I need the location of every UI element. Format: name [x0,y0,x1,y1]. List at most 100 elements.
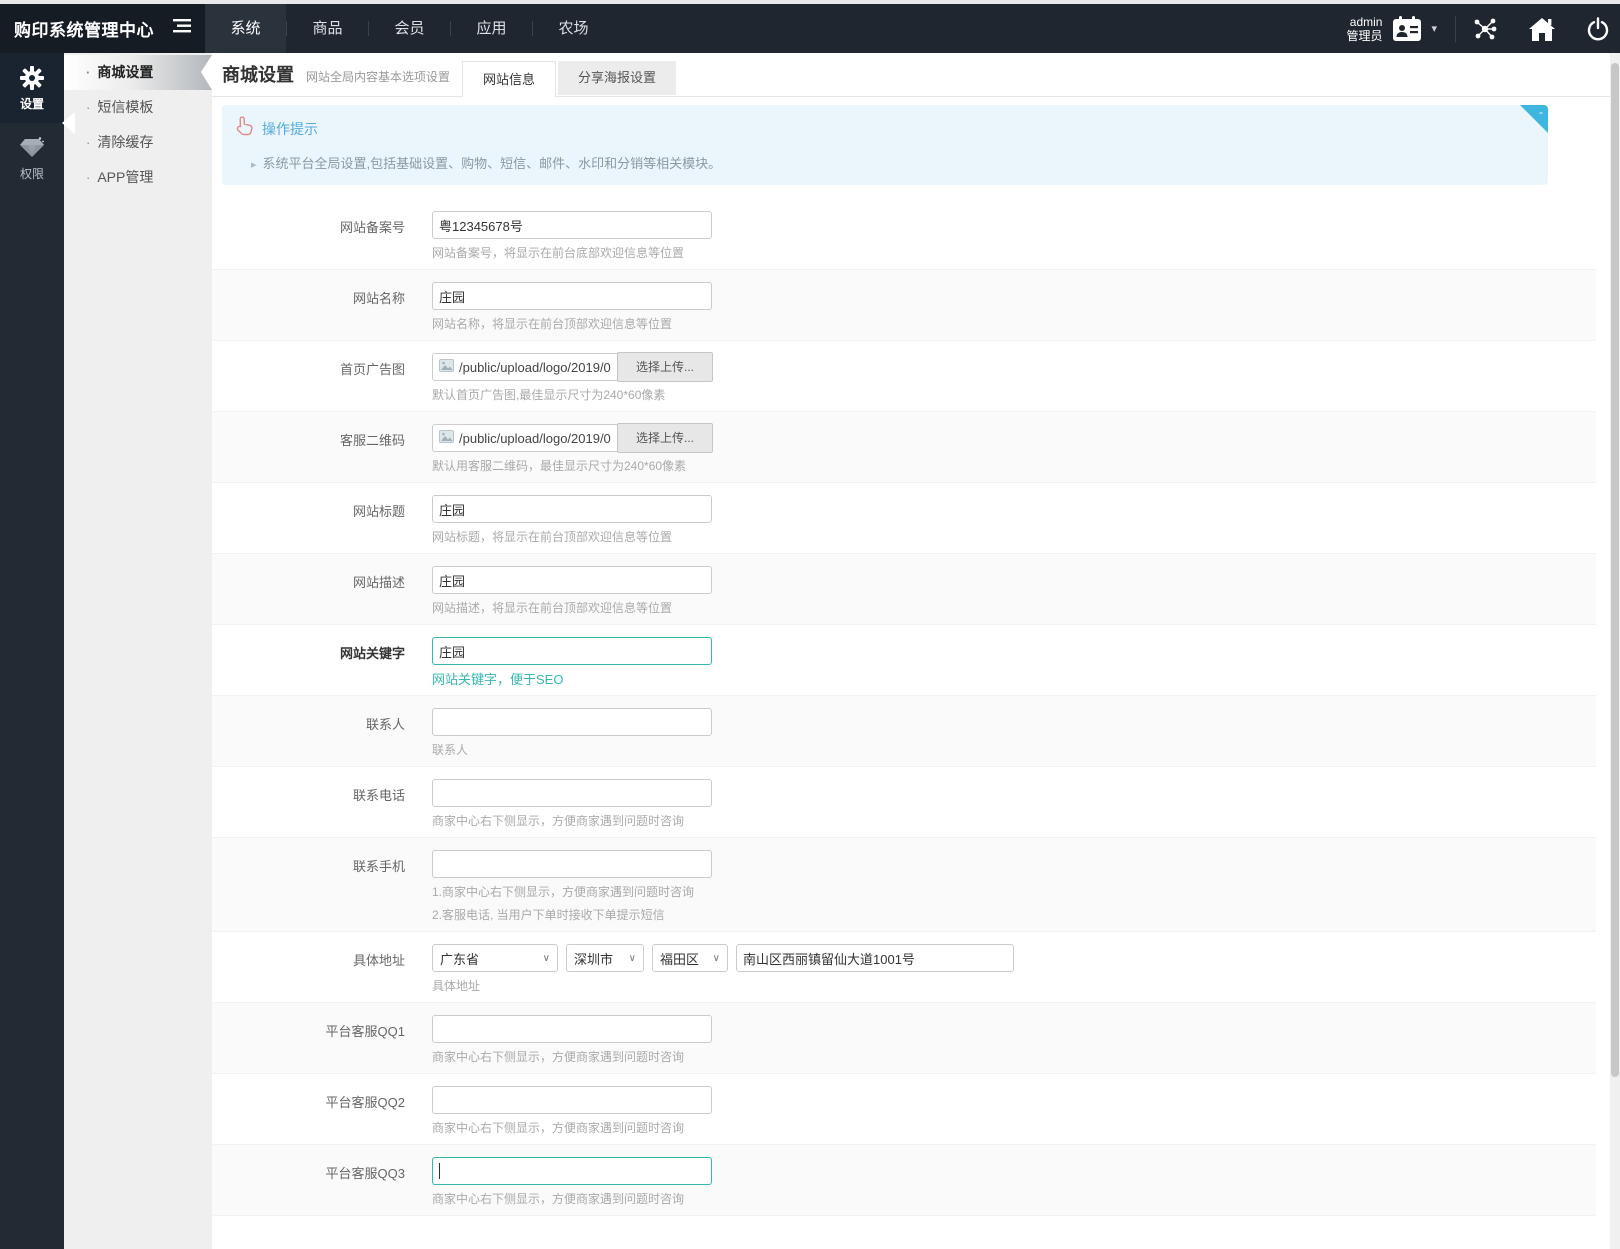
contact-phone-input[interactable] [432,779,712,807]
share-nodes-icon[interactable] [1472,16,1498,42]
nav-item-3[interactable]: 会员 [369,4,450,53]
tip-collapse-minus[interactable]: - [1539,105,1543,119]
submenu-item-label: 商城设置 [97,64,154,80]
sub-sidebar: · 商城设置 · 短信模板 · 清除缓存 · APP管理 [64,53,212,1249]
city-select-value: 深圳市 [574,951,614,967]
service-qrcode-upload-button[interactable]: 选择上传... [617,423,713,453]
submenu-item-3[interactable]: · 清除缓存 [64,125,212,160]
home-banner-label: 首页广告图 [339,362,405,377]
qq3-field-area: 商家中心右下侧显示，方便商家遇到问题时咨询 [432,1157,712,1208]
main-content: 商城设置 网站全局内容基本选项设置 网站信息 分享海报设置 操作提示 ▸ 系统平台… [212,53,1620,1249]
tab-bar: 网站信息 分享海报设置 [462,61,677,97]
home-banner-help-text: 默认首页广告图,最佳显示尺寸为240*60像素 [432,388,666,402]
qq3-input[interactable] [432,1157,712,1185]
form-row-site-title: 网站标题网站标题，将显示在前台顶部欢迎信息等位置 [212,483,1596,554]
address-input[interactable] [736,944,1014,972]
form-row-qq2: 平台客服QQ2 商家中心右下侧显示，方便商家遇到问题时咨询 [212,1074,1596,1145]
qq3-controls [432,1157,712,1185]
submenu-item-4[interactable]: · APP管理 [64,160,212,195]
home-banner-file-path-text: /public/upload/logo/2019/0 [459,359,611,375]
id-badge-icon[interactable] [1391,15,1423,43]
service-qrcode-label: 客服二维码 [339,433,405,448]
icp-number-controls [432,211,712,239]
home-banner-upload-button[interactable]: 选择上传... [617,352,713,382]
form-row-contact-mobile: 联系手机 1.商家中心右下侧显示，方便商家遇到问题时咨询 2.客服电话, 当用户下单… [212,838,1596,932]
site-title-input[interactable] [432,495,712,523]
icp-number-label: 网站备案号 [339,220,405,235]
sidebar-item-label: 权限 [19,167,44,181]
site-title-input-wrap [432,495,712,523]
gear-icon [0,64,64,92]
address-help-text: 具体地址 [432,979,481,993]
sidebar-item-settings[interactable]: 设置 [0,53,64,123]
contact-person-help-text: 联系人 [432,743,469,757]
content-header: 商城设置 网站全局内容基本选项设置 网站信息 分享海报设置 [212,53,1620,97]
brand-area: 购印系统管理中心 [0,4,205,53]
nav-item-4[interactable]: 应用 [451,4,532,53]
site-title-field-area: 网站标题，将显示在前台顶部欢迎信息等位置 [432,495,712,546]
submenu-bullet-icon: · [86,65,91,80]
page-title: 商城设置 [222,65,294,85]
submenu-bullet-icon: · [86,100,91,115]
nav-item-2[interactable]: 商品 [287,4,368,53]
hand-pointer-icon [235,116,254,142]
contact-mobile-input[interactable] [432,850,712,878]
icp-number-help-text: 网站备案号，将显示在前台底部欢迎信息等位置 [432,246,685,260]
qq2-input[interactable] [432,1086,712,1114]
form-row-site-description: 网站描述网站描述，将显示在前台顶部欢迎信息等位置 [212,554,1596,625]
service-qrcode-field-area: /public/upload/logo/2019/0 选择上传... 默认用客服二维… [432,423,713,475]
home-banner-file-path: /public/upload/logo/2019/0 [433,359,619,375]
site-name-input[interactable] [432,282,712,310]
contact-mobile-help-text: 1.商家中心右下侧显示，方便商家遇到问题时咨询 [432,885,695,899]
contact-phone-input-wrap [432,779,712,807]
tab-share-poster[interactable]: 分享海报设置 [558,61,677,95]
submenu-item-label: 短信模板 [97,99,154,115]
site-keywords-help-text: 网站关键字，便于SEO [432,672,564,687]
icp-number-input[interactable] [432,211,712,239]
qq2-label: 平台客服QQ2 [325,1095,405,1110]
vertical-scrollbar[interactable] [1610,53,1620,1249]
nav-item-5[interactable]: 农场 [533,4,614,53]
tip-text-row: ▸ 系统平台全局设置,包括基础设置、购物、短信、邮件、水印和分销等相关模块。 [222,153,1548,172]
tip-text: 系统平台全局设置,包括基础设置、购物、短信、邮件、水印和分销等相关模块。 [262,156,722,171]
submenu-bullet-icon: · [86,170,91,185]
submenu-bullet-icon: · [86,135,91,150]
site-keywords-input-wrap [432,637,712,665]
home-banner-controls: /public/upload/logo/2019/0 选择上传... [432,352,713,382]
sidebar-item-permissions[interactable]: 权限 [0,123,64,193]
nav-item-1[interactable]: 系统 [205,4,286,53]
site-keywords-input[interactable] [432,637,712,665]
contact-person-input[interactable] [432,708,712,736]
qq1-controls [432,1015,712,1043]
city-select[interactable]: 深圳市 ∨ [566,944,644,972]
site-description-label: 网站描述 [352,575,405,590]
contact-mobile-label: 联系手机 [352,859,405,874]
sidebar-toggle-button[interactable] [173,19,191,38]
district-select[interactable]: 福田区 ∨ [652,944,728,972]
service-qrcode-help-text: 默认用客服二维码，最佳显示尺寸为240*60像素 [432,459,687,473]
province-select[interactable]: 广东省 ∨ [432,944,558,972]
qq2-help-text: 商家中心右下侧显示，方便商家遇到问题时咨询 [432,1121,685,1135]
submenu-item-2[interactable]: · 短信模板 [64,90,212,125]
navbar-divider [1455,15,1456,42]
site-description-input[interactable] [432,566,712,594]
site-keywords-label: 网站关键字 [339,646,405,661]
contact-mobile-help-text: 2.客服电话, 当用户下单时接收下单提示短信 [432,908,665,922]
form-row-contact-phone: 联系电话 商家中心右下侧显示，方便商家遇到问题时咨询 [212,767,1596,838]
district-select-value: 福田区 [660,951,700,967]
image-icon [439,430,459,446]
home-icon[interactable] [1528,16,1556,42]
contact-mobile-field-area: 1.商家中心右下侧显示，方便商家遇到问题时咨询 2.客服电话, 当用户下单时接收下… [432,850,712,924]
page-subtitle: 网站全局内容基本选项设置 [306,70,451,84]
contact-person-controls [432,708,712,736]
scrollbar-thumb[interactable] [1611,63,1619,1077]
submenu-item-1[interactable]: · 商城设置 [64,55,212,90]
caret-down-icon[interactable]: ▾ [1431,22,1437,35]
tab-site-info[interactable]: 网站信息 [462,61,557,97]
qq1-input[interactable] [432,1015,712,1043]
image-icon [439,359,459,375]
power-icon[interactable] [1586,16,1610,41]
contact-person-label: 联系人 [365,717,405,732]
app-title: 购印系统管理中心 [14,21,154,40]
tip-collapse-corner[interactable] [1520,105,1548,133]
